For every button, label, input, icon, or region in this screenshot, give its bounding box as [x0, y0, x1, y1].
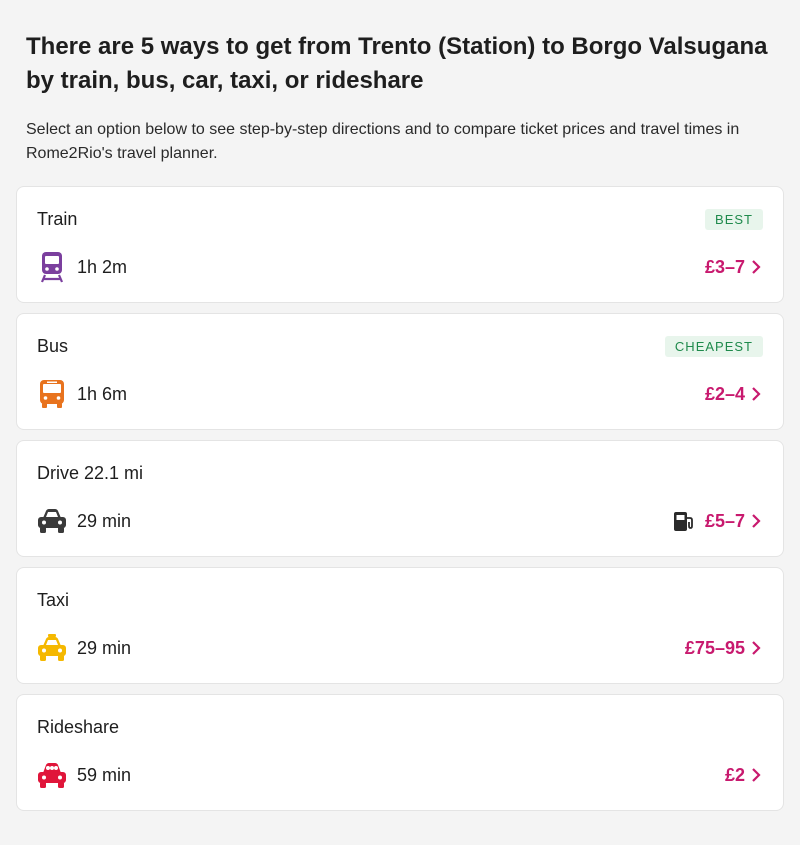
duration: 29 min — [77, 637, 132, 658]
option-title: Drive 22.1 mi — [37, 462, 144, 483]
page: There are 5 ways to get from Trento (Sta… — [0, 0, 800, 811]
card-details: 59 min £2 — [37, 757, 763, 793]
car-icon — [37, 505, 67, 537]
rideshare-icon — [37, 759, 67, 791]
cheapest-badge: CHEAPEST — [664, 335, 763, 357]
card-details: 29 min £5–7 — [37, 503, 763, 539]
price-link[interactable]: £75–95 — [685, 638, 763, 659]
card-header: Rideshare — [37, 715, 763, 739]
mode-info: 29 min — [37, 505, 131, 537]
options-list: Train BEST 1h 2m £3–7 Bus CHEAPEST 1h 6m… — [16, 186, 784, 811]
option-card-rideshare[interactable]: Rideshare 59 min £2 — [16, 694, 784, 811]
best-badge: BEST — [705, 208, 763, 230]
card-header: Train BEST — [37, 207, 763, 231]
price: £2–4 — [704, 383, 745, 404]
page-intro: Select an option below to see step-by-st… — [26, 121, 740, 162]
option-card-train[interactable]: Train BEST 1h 2m £3–7 — [16, 186, 784, 303]
mode-info: 29 min — [37, 632, 131, 664]
option-title: Taxi — [37, 589, 70, 610]
duration: 59 min — [77, 764, 132, 785]
option-title: Rideshare — [37, 716, 120, 737]
option-card-drive[interactable]: Drive 22.1 mi 29 min £5–7 — [16, 440, 784, 557]
page-title: There are 5 ways to get from Trento (Sta… — [26, 33, 768, 94]
option-card-bus[interactable]: Bus CHEAPEST 1h 6m £2–4 — [16, 313, 784, 430]
duration: 1h 6m — [77, 383, 128, 404]
chevron-right-icon — [749, 514, 763, 528]
price-link[interactable]: £2–4 — [705, 384, 763, 405]
duration: 1h 2m — [77, 256, 128, 277]
fuel-pump-icon — [673, 510, 695, 532]
taxi-icon — [37, 632, 67, 664]
duration: 29 min — [77, 510, 132, 531]
chevron-right-icon — [749, 641, 763, 655]
option-title: Bus — [37, 335, 69, 356]
card-header: Bus CHEAPEST — [37, 334, 763, 358]
price: £75–95 — [684, 637, 745, 658]
card-details: 1h 6m £2–4 — [37, 376, 763, 412]
chevron-right-icon — [749, 387, 763, 401]
card-header: Drive 22.1 mi — [37, 461, 763, 485]
chevron-right-icon — [749, 768, 763, 782]
price-link[interactable]: £2 — [725, 765, 763, 786]
option-card-taxi[interactable]: Taxi 29 min £75–95 — [16, 567, 784, 684]
price-link[interactable]: £3–7 — [705, 257, 763, 278]
train-icon — [37, 251, 67, 283]
mode-info: 1h 2m — [37, 251, 127, 283]
mode-info: 59 min — [37, 759, 131, 791]
chevron-right-icon — [749, 260, 763, 274]
price: £3–7 — [704, 256, 745, 277]
card-details: 29 min £75–95 — [37, 630, 763, 666]
mode-info: 1h 6m — [37, 378, 127, 410]
option-title: Train — [37, 208, 78, 229]
price: £5–7 — [704, 510, 745, 531]
bus-icon — [37, 378, 67, 410]
card-header: Taxi — [37, 588, 763, 612]
price-link[interactable]: £5–7 — [673, 510, 763, 532]
price: £2 — [724, 764, 745, 785]
card-details: 1h 2m £3–7 — [37, 249, 763, 285]
